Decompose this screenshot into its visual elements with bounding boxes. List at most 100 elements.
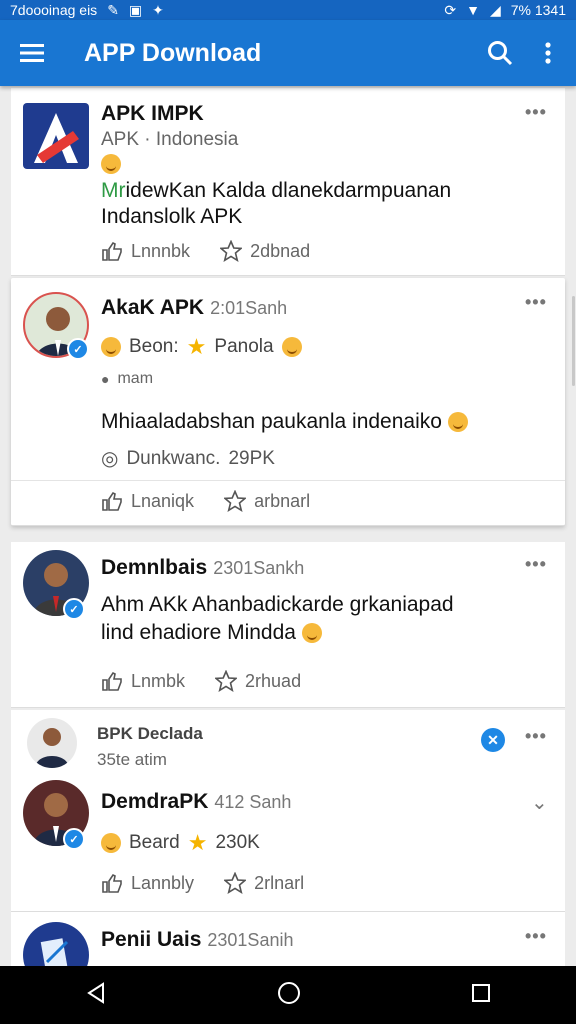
recents-icon[interactable] [471,983,491,1008]
verified-icon: ✓ [63,598,85,620]
thumbs-up-icon [102,241,122,261]
app-logo [23,103,89,169]
share-label: 2rlnarl [254,872,305,893]
post-body-line-2: lind ehadiore Mindda [101,618,322,647]
like-label: Lnaniqk [131,490,195,511]
share-label: arbnarl [254,490,311,511]
post-emoji [101,154,121,174]
menu-icon[interactable] [8,29,56,77]
like-label: Lnnnbk [131,240,191,261]
page-title: APP Download [84,38,262,67]
post-time: 2301Sankh [213,558,305,578]
post-body-text: lind ehadiore Mindda [101,621,296,644]
post-author-name: Penii Uais [101,928,202,951]
star-icon: ★ [186,334,207,359]
post-time: 2:01Sanh [210,298,288,318]
share-button[interactable]: 2dbnad [220,240,310,262]
scrollbar[interactable] [572,296,575,386]
post-card[interactable]: APK IMPK APK · Indonesia MridewKan Kalda… [11,88,565,276]
post-author[interactable]: APK IMPK [101,102,204,126]
chevron-down-icon[interactable]: ⌄ [531,790,548,815]
home-icon[interactable] [277,981,301,1010]
smile-icon [101,154,121,174]
smile-icon [101,833,121,853]
star-outline-icon [220,240,243,262]
post-body-text: Mhiaaladabshan paukanla indenaiko [101,410,442,433]
post-more-icon[interactable]: ••• [525,726,547,747]
share-label: 2rhuad [245,670,302,691]
smile-icon [101,337,121,357]
star-icon: ★ [187,830,208,855]
post-author[interactable]: Penii Uais 2301Sanih [101,928,293,952]
post-location: ● mam [101,370,153,388]
post-card[interactable]: BPK Declada 35te atim ✕ ••• ✓ DemdraPK 41… [11,710,565,912]
post-author[interactable]: AkaK APK 2:01Sanh [101,296,287,320]
reaction-value: 230K [215,832,260,853]
thumbs-up-icon [102,873,122,893]
feed[interactable]: APK IMPK APK · Indonesia MridewKan Kalda… [0,86,576,966]
group-name[interactable]: BPK Declada [97,724,203,744]
more-vert-icon[interactable] [524,29,572,77]
back-icon[interactable] [85,981,107,1009]
gallery-icon: ▣ [128,1,143,18]
reaction-label: Beon: [129,336,179,357]
post-meta: ◎ Dunkwanc. 29PK [101,446,275,471]
like-label: Lnmbk [131,670,186,691]
post-card[interactable]: ✓ Demnlbais 2301Sankh ••• Ahm AKk Ahanbad… [11,542,565,708]
star-outline-icon [224,490,247,512]
post-subtitle: APK · Indonesia [101,129,239,150]
avatar-small[interactable] [27,718,77,768]
divider [11,480,565,481]
post-time: 412 Sanh [214,792,292,812]
post-more-icon[interactable]: ••• [525,102,547,123]
post-actions: Lnaniqk arbnarl [101,490,310,512]
group-badge-icon[interactable]: ✕ [481,728,505,752]
status-left-text: 7doooinag eis [10,2,98,18]
location-text: mam [117,370,154,387]
post-body-line-2: Indanslolk APK [101,205,243,228]
post-body-line-1: MridewKan Kalda dlanekdarmpuanan [101,176,451,205]
post-author-name: DemdraPK [101,790,209,813]
post-card[interactable]: ✓ AkaK APK 2:01Sanh ••• Beon: ★ Panola ● … [11,278,565,526]
search-icon[interactable] [476,29,524,77]
post-more-icon[interactable]: ••• [525,292,547,313]
avatar[interactable] [23,922,89,966]
like-button[interactable]: Lnmbk [101,670,185,692]
notification-icon: ✎ [107,1,119,18]
system-nav-bar [0,966,576,1024]
like-button[interactable]: Lnaniqk [101,490,194,512]
share-button[interactable]: 2rhuad [215,670,301,692]
location-icon: ● [101,371,110,387]
star-outline-icon [224,872,247,894]
verified-icon: ✓ [63,828,85,850]
star-outline-icon [215,670,238,692]
reaction-label: Beard [129,832,180,853]
post-time: 2301Sanih [207,930,294,950]
share-button[interactable]: 2rlnarl [224,872,304,894]
wifi-icon: ▼ [466,2,480,18]
post-actions: Lnmbk 2rhuad [101,670,301,692]
post-reactions: Beard ★ 230K [101,830,260,856]
post-author-name: Demnlbais [101,556,208,579]
share-button[interactable]: arbnarl [224,490,310,512]
wink-icon [301,623,322,644]
post-card[interactable]: Penii Uais 2301Sanih ••• [11,912,565,966]
thumbs-up-icon [102,491,122,511]
post-author-name: AkaK APK [101,296,205,319]
app-bar: APP Download [0,20,576,86]
like-button[interactable]: Lnnnbk [101,240,190,262]
smile-icon [447,412,468,433]
group-subtitle: 35te atim [97,750,167,769]
post-more-icon[interactable]: ••• [525,926,547,947]
sparkle-icon: ✦ [152,1,164,18]
meta-value: 29PK [228,447,275,469]
like-button[interactable]: Lannbly [101,872,194,894]
post-author[interactable]: DemdraPK 412 Sanh [101,790,291,814]
post-more-icon[interactable]: ••• [525,554,547,575]
meta-label: Dunkwanc. [126,447,221,469]
share-label: 2dbnad [250,240,311,261]
sync-icon: ⟳ [444,1,457,18]
post-author[interactable]: Demnlbais 2301Sankh [101,556,304,580]
post-body-prefix: Mr [101,179,126,202]
grin-icon [281,337,302,357]
